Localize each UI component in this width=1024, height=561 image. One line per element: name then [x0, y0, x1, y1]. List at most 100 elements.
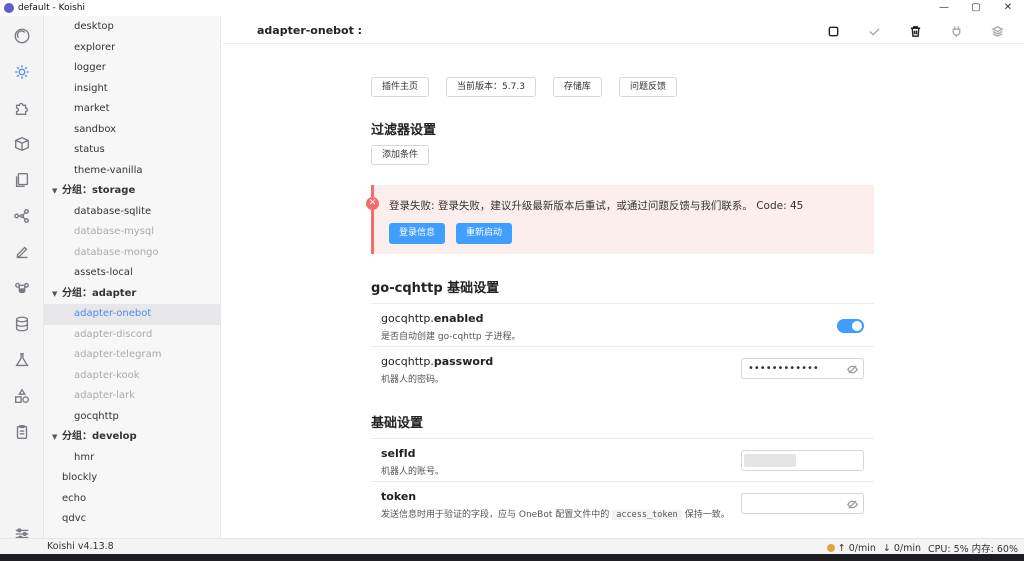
activity-sandbox[interactable]	[0, 342, 44, 378]
caret-down-icon[interactable]: ▼	[52, 181, 62, 202]
sidebar-item-theme-vanilla[interactable]: theme-vanilla	[44, 161, 220, 182]
activity-settings[interactable]	[0, 54, 44, 90]
caret-down-icon[interactable]: ▼	[52, 284, 62, 305]
setting-key: token	[381, 490, 417, 503]
sidebar-item-database-mongo[interactable]: database-mongo	[44, 243, 220, 264]
restart-button[interactable]: 重新启动	[456, 223, 513, 244]
feedback-button[interactable]: 问题反馈	[618, 77, 677, 97]
plugin-tree: desktop explorer logger insight market sandbo…	[44, 16, 221, 538]
sidebar-item-blockly[interactable]: blockly	[44, 468, 220, 489]
filter-section-title: 过滤器设置	[371, 123, 437, 138]
activity-logs[interactable]	[0, 414, 44, 450]
sidebar-group[interactable]: ▼ 分组：adapter	[44, 284, 220, 305]
sidebar-item-label: qdvc	[62, 513, 87, 524]
sidebar-item-label: 分组：storage	[62, 185, 136, 196]
login-error-alert: ✕ 登录失败: 登录失败，建议升级最新版本后重试，或通过问题反馈与我们联系。 C…	[366, 185, 874, 254]
login-info-button[interactable]: 登录信息	[389, 223, 446, 244]
setting-label: token	[381, 490, 416, 503]
sidebar-item-adapter-onebot[interactable]: adapter-onebot	[44, 304, 220, 325]
download-rate-value: 0/min	[893, 542, 922, 554]
activity-database[interactable]	[0, 306, 44, 342]
sidebar-item-gocqhttp[interactable]: gocqhttp	[44, 407, 220, 428]
setting-gocqhttp-enabled: gocqhttp.enabled 是否自动创建 go-cqhttp 子进程。	[371, 303, 874, 346]
setting-key-prefix: gocqhttp.	[381, 355, 434, 368]
sidebar-group[interactable]: ▼ 分组：develop	[44, 427, 220, 448]
plugin-actions: 插件主页 当前版本：5.7.3 存储库 问题反馈	[371, 77, 677, 97]
command-icon	[15, 282, 29, 294]
plugin-home-button[interactable]: 插件主页	[371, 77, 430, 97]
caret-down-icon[interactable]: ▼	[52, 427, 62, 448]
eye-off-icon[interactable]	[847, 498, 858, 509]
plug-icon	[952, 25, 960, 37]
files-icon	[15, 173, 29, 187]
sidebar-item-label: adapter-telegram	[74, 349, 162, 360]
enabled-toggle[interactable]	[837, 319, 864, 333]
delete-button[interactable]	[906, 22, 924, 40]
sidebar-item-database-mysql[interactable]: database-mysql	[44, 222, 220, 243]
sidebar-item-label: sandbox	[74, 123, 117, 135]
database-icon	[15, 316, 29, 332]
password-value: ••••••••••••	[748, 363, 819, 374]
activity-home[interactable]	[0, 18, 44, 54]
layers-button[interactable]	[988, 22, 1006, 40]
toggle-plugin-button[interactable]	[824, 22, 842, 40]
activity-market[interactable]	[0, 126, 44, 162]
sidebar-item-label: adapter-lark	[74, 390, 135, 401]
sidebar-item-sandbox[interactable]: sandbox	[44, 120, 220, 141]
sidebar-item-logger[interactable]: logger	[44, 58, 220, 79]
apply-button[interactable]	[865, 22, 883, 40]
flask-icon	[15, 353, 29, 367]
status-metrics: ↑ 0/min ↓ 0/min CPU: 5% 内存: 60%	[826, 541, 1018, 555]
token-input[interactable]	[741, 493, 864, 514]
page-header: adapter-onebot :	[222, 16, 1024, 44]
sidebar-item-insight[interactable]: insight	[44, 79, 220, 100]
sidebar-item-assets-local[interactable]: assets-local	[44, 263, 220, 284]
add-condition-button[interactable]: 添加条件	[371, 145, 430, 165]
sidebar-item-label: adapter-kook	[74, 369, 140, 381]
sidebar-item-label: hmr	[74, 451, 95, 463]
maximize-button[interactable]: ▢	[960, 0, 992, 16]
download-rate: ↓ 0/min	[882, 542, 922, 554]
sidebar-item-echo[interactable]: echo	[44, 489, 220, 510]
sidebar-item-desktop[interactable]: desktop	[44, 17, 220, 38]
sidebar-item-label: database-sqlite	[74, 205, 152, 217]
setting-key: password	[433, 355, 494, 368]
window-titlebar: default - Koishi — ▢ ✕	[0, 0, 1024, 16]
gocq-section-title: go-cqhttp 基础设置	[371, 281, 500, 296]
dashboard-icon	[14, 28, 30, 44]
sidebar-item-explorer[interactable]: explorer	[44, 38, 220, 59]
upload-rate: ↑ 0/min	[826, 543, 876, 554]
sidebar-item-market[interactable]: market	[44, 99, 220, 120]
sidebar-item-adapter-discord[interactable]: adapter-discord	[44, 325, 220, 346]
sidebar-item-label: blockly	[62, 472, 98, 483]
sidebar-item-status[interactable]: status	[44, 140, 220, 161]
sidebar-group[interactable]: ▼ 分组：storage	[44, 181, 220, 202]
plug-button[interactable]	[947, 22, 965, 40]
activity-plugins[interactable]	[0, 90, 44, 126]
activity-dependencies[interactable]	[0, 378, 44, 414]
setting-key: enabled	[433, 312, 484, 325]
eye-off-icon[interactable]	[847, 363, 858, 374]
sidebar-item-hmr[interactable]: hmr	[44, 448, 220, 469]
activity-graph[interactable]	[0, 198, 44, 234]
sidebar-item-database-sqlite[interactable]: database-sqlite	[44, 202, 220, 223]
sidebar-item-adapter-telegram[interactable]: adapter-telegram	[44, 345, 220, 366]
password-input[interactable]: ••••••••••••	[741, 358, 864, 379]
main-panel: adapter-onebot : 插件主页 当前版本：5.7.3 存储库 问题反…	[222, 16, 1024, 538]
version-button[interactable]: 当前版本：5.7.3	[446, 77, 536, 97]
sidebar-item-adapter-kook[interactable]: adapter-kook	[44, 366, 220, 387]
activity-bar	[0, 16, 44, 540]
sidebar-item-qdvc[interactable]: qdvc	[44, 509, 220, 530]
selfid-input[interactable]	[741, 450, 864, 471]
minimize-button[interactable]: —	[928, 0, 960, 16]
repository-button[interactable]: 存储库	[552, 77, 602, 97]
activity-commands[interactable]	[0, 270, 44, 306]
activity-files[interactable]	[0, 162, 44, 198]
close-window-button[interactable]: ✕	[992, 0, 1024, 16]
sidebar-item-adapter-lark[interactable]: adapter-lark	[44, 386, 220, 407]
token-desc-suffix: 保持一致。	[684, 510, 730, 520]
sidebar-item-label: gocqhttp	[74, 410, 119, 422]
setting-description: 是否自动创建 go-cqhttp 子进程。	[381, 332, 521, 342]
activity-editor[interactable]	[0, 234, 44, 270]
shapes-icon	[15, 388, 29, 403]
